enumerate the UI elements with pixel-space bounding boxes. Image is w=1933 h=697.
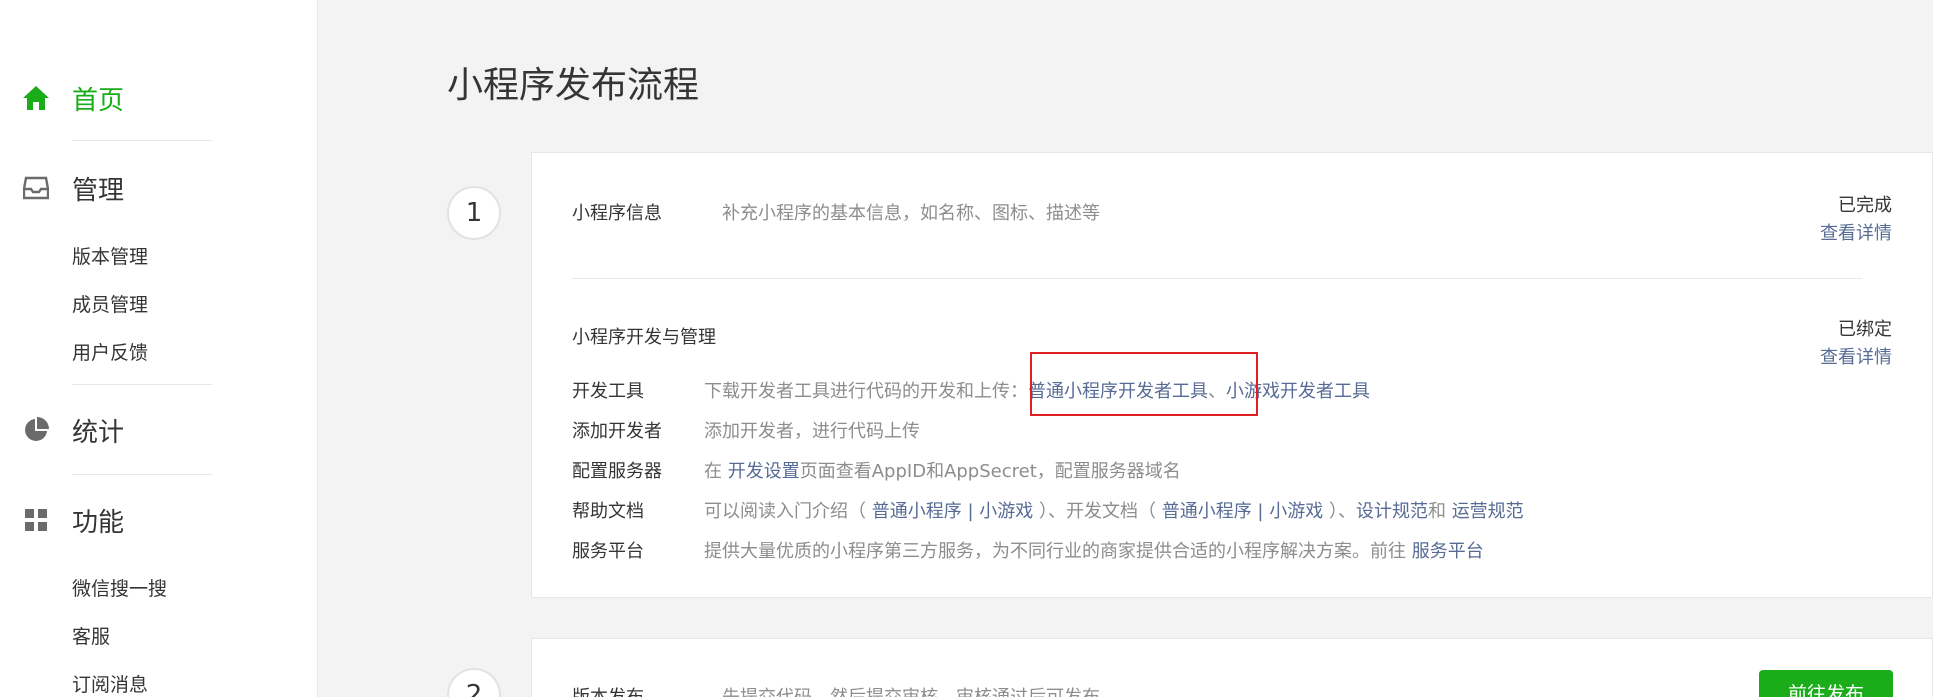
dev-title: 小程序开发与管理 <box>572 327 716 348</box>
sidebar: 首页 管理 版本管理 成员管理 用户反馈 统计 功能 微信搜一搜 客服 订阅消息 <box>0 0 318 697</box>
step-1-card: 小程序信息 补充小程序的基本信息，如名称、图标、描述等 已完成 查看详情 小程序… <box>531 152 1933 598</box>
nav-wechat-search[interactable]: 微信搜一搜 <box>72 574 167 601</box>
row-text: 页面查看AppID和AppSecret，配置服务器域名 <box>799 461 1181 482</box>
service-platform-link[interactable]: 服务平台 <box>1412 541 1484 562</box>
main-content: 小程序发布流程 1 小程序信息 补充小程序的基本信息，如名称、图标、描述等 已完… <box>319 0 1933 697</box>
home-icon <box>22 84 50 112</box>
nav-manage[interactable]: 管理 <box>0 158 318 218</box>
row-text: ）、 <box>1323 501 1356 522</box>
nav-features-label: 功能 <box>72 507 125 538</box>
nav-user-feedback[interactable]: 用户反馈 <box>72 338 148 365</box>
intro-mini-program-link[interactable]: 普通小程序 <box>872 501 962 522</box>
nav-home[interactable]: 首页 <box>0 68 318 128</box>
row-key: 添加开发者 <box>572 421 662 442</box>
nav-customer-service[interactable]: 客服 <box>72 622 110 649</box>
nav-version-manage[interactable]: 版本管理 <box>72 242 148 269</box>
separator: 、 <box>1208 381 1226 402</box>
nav-subscribe-message[interactable]: 订阅消息 <box>72 670 148 697</box>
row-value: 在 开发设置页面查看AppID和AppSecret，配置服务器域名 <box>704 457 1181 483</box>
operation-guide-link[interactable]: 运营规范 <box>1452 501 1524 522</box>
row-value: 下载开发者工具进行代码的开发和上传：普通小程序开发者工具、小游戏开发者工具 <box>704 377 1370 403</box>
nav-features[interactable]: 功能 <box>0 490 318 550</box>
row-text: 提供大量优质的小程序第三方服务，为不同行业的商家提供合适的小程序解决方案。前往 <box>704 541 1412 562</box>
card-divider <box>572 278 1862 279</box>
docs-mini-program-link[interactable]: 普通小程序 <box>1162 501 1252 522</box>
row-key: 开发工具 <box>572 381 644 402</box>
sidebar-divider <box>72 474 212 475</box>
row-value: 添加开发者，进行代码上传 <box>704 421 920 442</box>
row-key: 帮助文档 <box>572 501 644 522</box>
row-text: ）、开发文档（ <box>1033 501 1162 522</box>
info-desc: 补充小程序的基本信息，如名称、图标、描述等 <box>722 203 1100 224</box>
row-value: 提供大量优质的小程序第三方服务，为不同行业的商家提供合适的小程序解决方案。前往 … <box>704 537 1484 563</box>
row-value: 可以阅读入门介绍（ 普通小程序 | 小游戏 ）、开发文档（ 普通小程序 | 小游… <box>704 497 1524 523</box>
nav-stats[interactable]: 统计 <box>0 400 318 460</box>
pie-chart-icon <box>22 416 50 444</box>
row-key: 配置服务器 <box>572 461 662 482</box>
row-text: 和 <box>1427 501 1452 522</box>
dev-status: 已绑定 <box>1838 319 1892 340</box>
step-2-card: 版本发布 先提交代码，然后提交审核，审核通过后可发布 <box>531 638 1933 697</box>
design-guide-link[interactable]: 设计规范 <box>1356 501 1428 522</box>
dev-settings-link[interactable]: 开发设置 <box>728 461 800 482</box>
info-status: 已完成 <box>1838 195 1892 216</box>
nav-home-label: 首页 <box>72 85 125 116</box>
grid-icon <box>22 506 50 534</box>
sidebar-divider <box>72 140 212 141</box>
release-title: 版本发布 <box>572 683 644 697</box>
separator: | <box>961 501 980 522</box>
row-text: 下载开发者工具进行代码的开发和上传： <box>704 381 1028 402</box>
release-desc: 先提交代码，然后提交审核，审核通过后可发布 <box>722 683 1100 697</box>
docs-mini-game-link[interactable]: 小游戏 <box>1269 501 1323 522</box>
inbox-icon <box>22 174 50 202</box>
sidebar-divider <box>72 384 212 385</box>
nav-stats-label: 统计 <box>72 417 125 448</box>
row-text: 可以阅读入门介绍（ <box>704 501 872 522</box>
dev-detail-link[interactable]: 查看详情 <box>1820 343 1892 369</box>
row-key: 服务平台 <box>572 541 644 562</box>
go-release-button[interactable]: 前往发布 <box>1759 670 1893 697</box>
separator: | <box>1251 501 1270 522</box>
page-title: 小程序发布流程 <box>447 65 700 106</box>
mini-program-devtool-link[interactable]: 普通小程序开发者工具 <box>1028 381 1208 402</box>
nav-member-manage[interactable]: 成员管理 <box>72 290 148 317</box>
info-detail-link[interactable]: 查看详情 <box>1820 219 1892 245</box>
step-2-circle: 2 <box>447 668 501 697</box>
intro-mini-game-link[interactable]: 小游戏 <box>979 501 1033 522</box>
info-title: 小程序信息 <box>572 203 662 224</box>
mini-game-devtool-link[interactable]: 小游戏开发者工具 <box>1226 381 1370 402</box>
nav-manage-label: 管理 <box>72 175 125 206</box>
step-1-circle: 1 <box>447 186 501 240</box>
row-text: 在 <box>704 461 728 482</box>
